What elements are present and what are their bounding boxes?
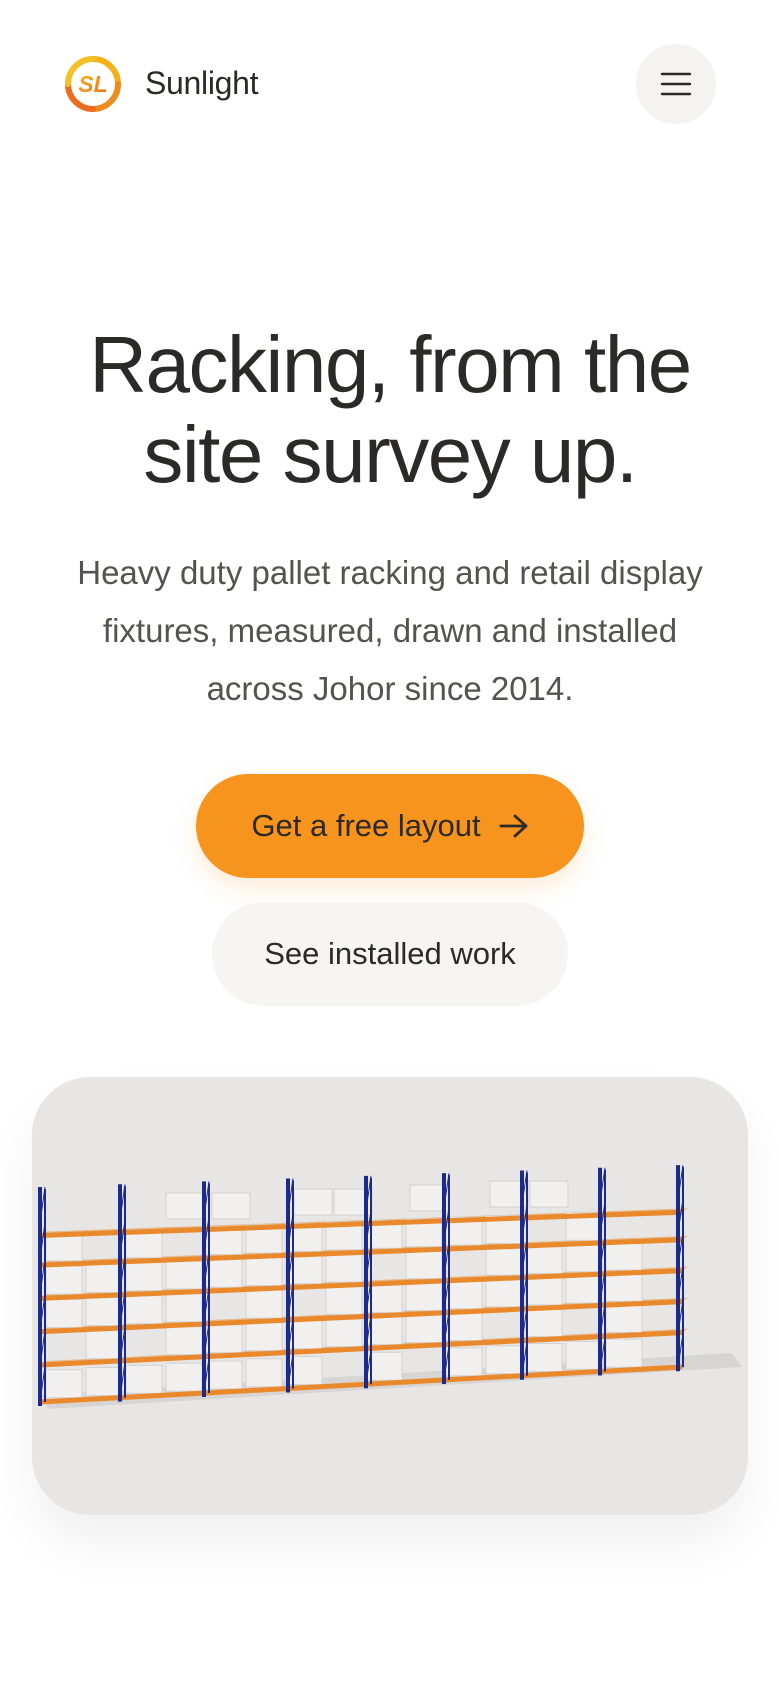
pallet-box: [445, 1347, 483, 1377]
pallet-box: [485, 1246, 523, 1276]
hero-title-line: site survey up.: [143, 410, 638, 499]
sunlight-logo[interactable]: SL: [62, 53, 124, 115]
pallet-box: [525, 1307, 563, 1337]
hero-subtitle-line: Heavy duty pallet racking and retail dis…: [77, 554, 703, 591]
brand-name[interactable]: Sunlight: [145, 63, 259, 103]
pallet-box: [605, 1303, 643, 1333]
hero-title-line: Racking, from the: [89, 320, 692, 409]
hero-image-card: [32, 1077, 748, 1515]
pallet-box: [565, 1274, 603, 1304]
pallet-box: [525, 1343, 563, 1373]
hamburger-menu-icon: [660, 72, 692, 96]
pallet-box: [125, 1364, 163, 1394]
pallet-box: [325, 1253, 363, 1283]
pallet-box: [165, 1362, 203, 1392]
pallet-box: [285, 1356, 323, 1386]
pallet-box: [525, 1244, 563, 1274]
hero-subtitle: Heavy duty pallet racking and retail dis…: [40, 544, 740, 718]
hero-title: Racking, from the site survey up.: [0, 320, 780, 500]
pallet-box: [293, 1188, 333, 1216]
pallet-box: [245, 1322, 283, 1352]
see-installed-work-label: See installed work: [264, 936, 516, 971]
pallet-box: [211, 1192, 251, 1220]
pallet-box: [45, 1369, 83, 1399]
menu-button[interactable]: [636, 44, 716, 124]
pallet-box: [45, 1298, 83, 1328]
pallet-box: [605, 1241, 643, 1271]
hero-subtitle-line: fixtures, measured, drawn and installed: [102, 612, 678, 649]
pallet-box: [565, 1340, 603, 1370]
pallet-box: [445, 1312, 483, 1342]
sunlight-logo-mark: SL: [65, 56, 121, 112]
pallet-box: [85, 1330, 123, 1360]
pallet-box: [165, 1260, 203, 1290]
pallet-box: [205, 1360, 243, 1390]
pallet-box: [205, 1258, 243, 1288]
get-free-layout-label: Get a free layout: [251, 808, 481, 843]
racking-rows: [38, 1165, 688, 1406]
pallet-box: [405, 1250, 443, 1280]
pallet-box: [45, 1265, 83, 1295]
pallet-box: [85, 1297, 123, 1327]
pallet-box: [245, 1358, 283, 1388]
pallet-box: [125, 1295, 163, 1325]
pallet-box: [565, 1243, 603, 1273]
pallet-box: [325, 1318, 363, 1348]
pallet-box: [85, 1263, 123, 1293]
site-header: SL Sunlight: [0, 0, 780, 170]
pallet-box: [205, 1324, 243, 1354]
svg-text:SL: SL: [78, 71, 107, 97]
pallet-box: [529, 1180, 569, 1208]
arrow-right-icon: [499, 814, 527, 838]
pallet-box: [245, 1289, 283, 1319]
pallet-box: [445, 1280, 483, 1310]
pallet-box: [485, 1345, 523, 1375]
pallet-box: [605, 1338, 643, 1368]
pallet-box: [405, 1282, 443, 1312]
pallet-box: [245, 1257, 283, 1287]
see-installed-work-button[interactable]: See installed work: [212, 902, 568, 1006]
get-free-layout-button[interactable]: Get a free layout: [196, 774, 584, 878]
pallet-box: [85, 1366, 123, 1396]
pallet-racking-illustration: [38, 1165, 742, 1409]
pallet-box: [165, 1192, 205, 1220]
pallet-box: [325, 1285, 363, 1315]
pallet-box: [125, 1262, 163, 1292]
pallet-box: [525, 1276, 563, 1306]
pallet-box: [165, 1293, 203, 1323]
hero-subtitle-line: across Johor since 2014.: [206, 670, 574, 707]
pallet-box: [405, 1314, 443, 1344]
pallet-box: [285, 1320, 323, 1350]
pallet-box: [165, 1326, 203, 1356]
pallet-box: [485, 1278, 523, 1308]
pallet-box: [605, 1272, 643, 1302]
hero-section: Racking, from the site survey up.: [0, 320, 780, 500]
